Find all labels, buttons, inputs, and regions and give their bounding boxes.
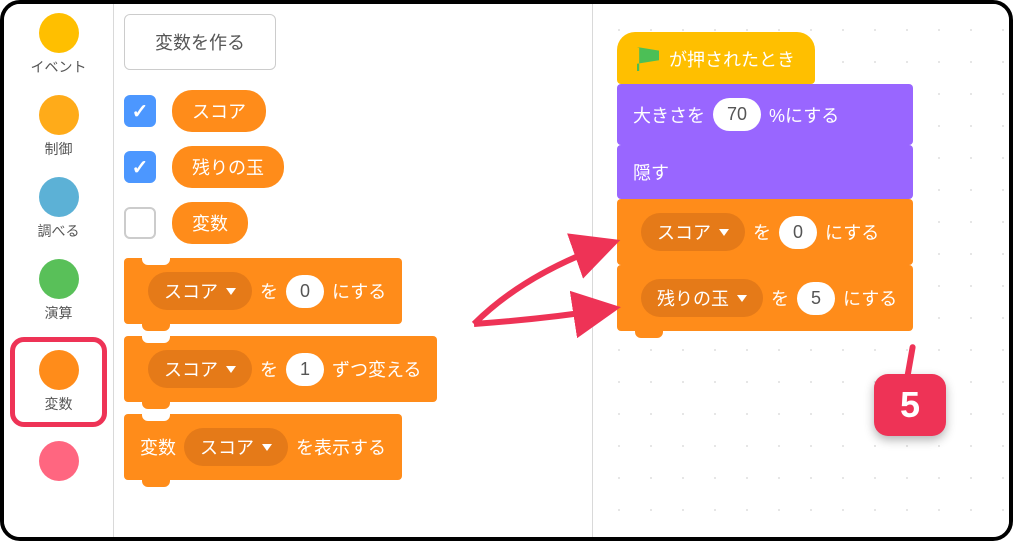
dropdown-label: 残りの玉 [657, 285, 729, 311]
variable-checkbox[interactable] [124, 151, 156, 183]
number-input[interactable]: 1 [286, 353, 324, 386]
category-operators[interactable]: 演算 [4, 255, 113, 327]
block-text: 隠す [633, 159, 669, 185]
dropdown-label: スコア [164, 356, 218, 382]
category-label: 制御 [45, 139, 73, 159]
variable-dropdown[interactable]: スコア [641, 213, 745, 251]
block-text: ずつ変える [332, 356, 421, 382]
variable-checkbox[interactable] [124, 207, 156, 239]
dropdown-label: スコア [164, 278, 218, 304]
script-workspace[interactable]: が押されたとき 大きさを 70 %にする 隠す スコア [592, 4, 1013, 537]
sensing-icon [39, 177, 79, 217]
set-size-block[interactable]: 大きさを 70 %にする [617, 84, 913, 145]
category-label: 変数 [45, 394, 73, 414]
category-variables[interactable]: 変数 [10, 337, 107, 427]
app-frame: イベント 制御 調べる 演算 変数 変数を作る スコア 残り [0, 0, 1013, 541]
variable-checkbox[interactable] [124, 95, 156, 127]
hide-block[interactable]: 隠す [617, 145, 913, 199]
category-label: イベント [31, 57, 87, 77]
variable-reporter[interactable]: スコア [172, 90, 266, 132]
block-text: を [260, 356, 278, 382]
number-input[interactable]: 70 [713, 98, 761, 131]
block-text: にする [332, 278, 386, 304]
variable-dropdown[interactable]: スコア [148, 350, 252, 388]
events-icon [39, 13, 79, 53]
number-input[interactable]: 0 [286, 275, 324, 308]
variable-row: 残りの玉 [124, 146, 584, 188]
dropdown-label: スコア [657, 219, 711, 245]
chevron-down-icon [262, 444, 272, 451]
variables-icon [39, 350, 79, 390]
set-variable-block[interactable]: スコア を 0 にする [617, 199, 913, 265]
block-text: にする [843, 285, 897, 311]
category-sensing[interactable]: 調べる [4, 173, 113, 245]
chevron-down-icon [226, 366, 236, 373]
block-text: %にする [769, 102, 839, 128]
chevron-down-icon [226, 288, 236, 295]
flag-icon [637, 47, 659, 71]
myblocks-icon [39, 441, 79, 481]
category-control[interactable]: 制御 [4, 91, 113, 163]
category-sidebar: イベント 制御 調べる 演算 変数 [4, 4, 114, 537]
category-label: 演算 [45, 303, 73, 323]
block-text: を [771, 285, 789, 311]
number-input[interactable]: 5 [797, 282, 835, 315]
block-text: を表示する [296, 434, 386, 460]
operators-icon [39, 259, 79, 299]
block-text: 大きさを [633, 102, 705, 128]
set-variable-block[interactable]: スコア を 0 にする [124, 258, 402, 324]
variable-row: スコア [124, 90, 584, 132]
block-text: 変数 [140, 434, 176, 460]
block-text: を [260, 278, 278, 304]
show-variable-block[interactable]: 変数 スコア を表示する [124, 414, 402, 480]
callout-bubble: 5 [874, 374, 946, 436]
category-label: 調べる [38, 221, 80, 241]
chevron-down-icon [719, 229, 729, 236]
category-events[interactable]: イベント [4, 9, 113, 81]
block-text: にする [825, 219, 879, 245]
variable-dropdown[interactable]: 残りの玉 [641, 279, 763, 317]
change-variable-block[interactable]: スコア を 1 ずつ変える [124, 336, 437, 402]
block-text: を [753, 219, 771, 245]
make-variable-button[interactable]: 変数を作る [124, 14, 276, 70]
variable-dropdown[interactable]: スコア [148, 272, 252, 310]
block-text: が押されたとき [669, 46, 795, 72]
variable-dropdown[interactable]: スコア [184, 428, 288, 466]
number-input[interactable]: 0 [779, 216, 817, 249]
variable-row: 変数 [124, 202, 584, 244]
chevron-down-icon [737, 295, 747, 302]
block-stack[interactable]: が押されたとき 大きさを 70 %にする 隠す スコア [617, 32, 913, 331]
callout-text: 5 [900, 384, 920, 425]
category-myblocks[interactable] [4, 437, 113, 489]
set-variable-block[interactable]: 残りの玉 を 5 にする [617, 265, 913, 331]
variable-reporter[interactable]: 残りの玉 [172, 146, 284, 188]
block-palette: 変数を作る スコア 残りの玉 変数 スコア を 0 にする [124, 14, 584, 492]
variable-reporter[interactable]: 変数 [172, 202, 248, 244]
when-flag-clicked-block[interactable]: が押されたとき [617, 32, 815, 84]
dropdown-label: スコア [200, 434, 254, 460]
control-icon [39, 95, 79, 135]
